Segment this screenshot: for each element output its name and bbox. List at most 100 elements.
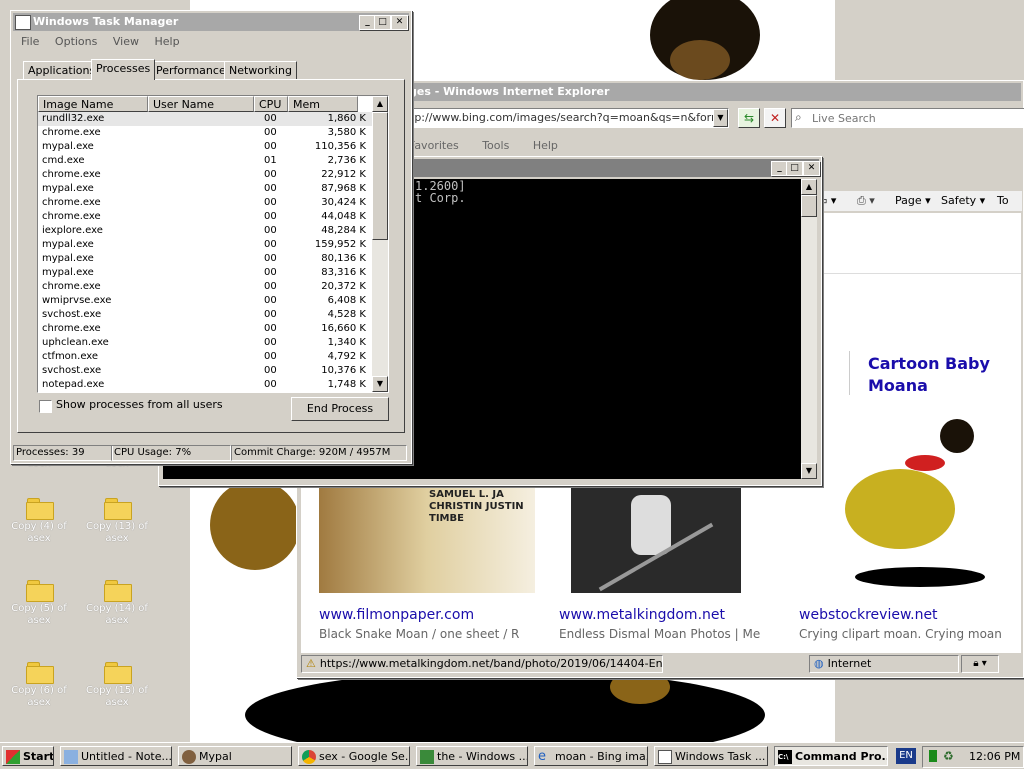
result-image-metalkingdom[interactable] [571, 485, 741, 593]
taskbar-item-chrome[interactable]: sex - Google Se... [298, 746, 410, 766]
process-cpu: 00 [264, 141, 277, 152]
column-image-name[interactable]: Image Name [38, 96, 148, 112]
task-manager-window: Windows Task Manager _ □ ✕ File Options … [10, 10, 412, 464]
menu-favorites[interactable]: Favorites [409, 139, 459, 152]
live-search-input[interactable] [810, 109, 1019, 127]
status-processes: Processes: 39 [13, 445, 113, 461]
taskbar-item-command-prompt[interactable]: C:\ Command Pro... [774, 746, 888, 766]
process-mem: 44,048 K [321, 211, 366, 222]
result-image-filmonpaper[interactable]: SAMUEL L. JA CHRISTIN JUSTIN TIMBE [319, 485, 535, 593]
scroll-thumb[interactable] [801, 195, 817, 217]
live-search-box[interactable]: ⌕ [791, 108, 1024, 128]
column-cpu[interactable]: CPU [254, 96, 288, 112]
table-row[interactable]: mypal.exe 00 87,968 K [38, 182, 372, 196]
table-row[interactable]: chrome.exe 00 16,660 K [38, 322, 372, 336]
network-icon[interactable] [929, 750, 937, 762]
scroll-up-icon[interactable]: ▲ [801, 179, 817, 195]
tab-performance[interactable]: Performance [151, 61, 231, 80]
table-row[interactable]: cmd.exe 01 2,736 K [38, 154, 372, 168]
menu-help[interactable]: Help [154, 35, 179, 48]
table-row[interactable]: svchost.exe 00 4,528 K [38, 308, 372, 322]
safety-menu[interactable]: Safety ▾ [941, 191, 985, 211]
desktop-icon[interactable]: Copy (13) of asex [82, 498, 152, 545]
maximize-button[interactable]: □ [786, 161, 803, 176]
menu-tools[interactable]: Tools [482, 139, 509, 152]
process-list[interactable]: Image Name User Name CPU Mem Usage rundl… [37, 95, 389, 393]
globe-icon: ◍ [814, 657, 824, 670]
print-icon[interactable]: ⎙ ▾ [857, 191, 875, 211]
cmd-scrollbar[interactable]: ▲ ▼ [801, 179, 817, 479]
table-row[interactable]: mypal.exe 00 159,952 K [38, 238, 372, 252]
result-title-cartoon-baby-moana[interactable]: Cartoon Baby Moana [868, 353, 998, 397]
tab-networking[interactable]: Networking [224, 61, 297, 80]
start-button[interactable]: Start [2, 746, 54, 766]
menu-view[interactable]: View [113, 35, 139, 48]
result-image-webstockreview[interactable] [845, 419, 987, 593]
desktop-icon[interactable]: Copy (15) of asex [82, 662, 152, 709]
taskbar-item-mypal[interactable]: Mypal [178, 746, 292, 766]
table-row[interactable]: chrome.exe 00 44,048 K [38, 210, 372, 224]
scroll-up-icon[interactable]: ▲ [372, 96, 388, 112]
table-row[interactable]: mypal.exe 00 80,136 K [38, 252, 372, 266]
table-row[interactable]: rundll32.exe 00 1,860 K [38, 112, 372, 126]
folder-icon [26, 580, 54, 602]
process-cpu: 00 [264, 365, 277, 376]
clock[interactable]: 12:06 PM [969, 750, 1020, 763]
tab-processes[interactable]: Processes [91, 59, 156, 80]
menu-options[interactable]: Options [55, 35, 97, 48]
maximize-button[interactable]: □ [374, 15, 391, 30]
result-domain-3[interactable]: webstockreview.net [799, 607, 938, 623]
column-user-name[interactable]: User Name [148, 96, 254, 112]
result-caption-2: Endless Dismal Moan Photos | Me [559, 627, 761, 641]
page-menu[interactable]: Page ▾ [895, 191, 931, 211]
address-dropdown-icon[interactable]: ▼ [713, 109, 728, 127]
result-domain-1[interactable]: www.filmonpaper.com [319, 607, 474, 623]
scroll-down-icon[interactable]: ▼ [801, 463, 817, 479]
desktop-icon[interactable]: Copy (5) of asex [4, 580, 74, 627]
table-row[interactable]: chrome.exe 00 20,372 K [38, 280, 372, 294]
process-list-scrollbar[interactable]: ▲ ▼ [372, 96, 388, 392]
process-mem: 83,316 K [321, 267, 366, 278]
taskbar-item-task-manager[interactable]: Windows Task ... [654, 746, 768, 766]
table-row[interactable]: chrome.exe 00 3,580 K [38, 126, 372, 140]
taskbar-item-windows-explorer[interactable]: the - Windows ... [416, 746, 528, 766]
end-process-button[interactable]: End Process [291, 397, 389, 421]
close-button[interactable]: ✕ [391, 15, 408, 30]
desktop-icon[interactable]: Copy (4) of asex [4, 498, 74, 545]
task-manager-icon [658, 750, 672, 764]
close-button[interactable]: ✕ [803, 161, 820, 176]
language-indicator[interactable]: EN [896, 748, 916, 764]
show-all-users-checkbox[interactable] [39, 400, 52, 413]
result-domain-2[interactable]: www.metalkingdom.net [559, 607, 725, 623]
scroll-thumb[interactable] [372, 112, 388, 240]
desktop-icon[interactable]: Copy (6) of asex [4, 662, 74, 709]
table-row[interactable]: wmiprvse.exe 00 6,408 K [38, 294, 372, 308]
refresh-icon[interactable]: ⇆ [738, 108, 760, 128]
table-row[interactable]: chrome.exe 00 30,424 K [38, 196, 372, 210]
desktop-icon[interactable]: Copy (14) of asex [82, 580, 152, 627]
stop-icon[interactable]: ✕ [764, 108, 786, 128]
menu-help[interactable]: Help [533, 139, 558, 152]
protected-mode-icon[interactable]: 🔒︎ ▾ [961, 655, 999, 673]
taskbar-item-notepad[interactable]: Untitled - Note... [60, 746, 172, 766]
table-row[interactable]: mypal.exe 00 110,356 K [38, 140, 372, 154]
taskbar-item-bing-images[interactable]: e moan - Bing ima... [534, 746, 648, 766]
table-row[interactable]: notepad.exe 00 1,748 K [38, 378, 372, 392]
task-manager-title: Windows Task Manager [13, 13, 409, 31]
process-mem: 2,736 K [327, 155, 366, 166]
table-row[interactable]: ctfmon.exe 00 4,792 K [38, 350, 372, 364]
table-row[interactable]: chrome.exe 00 22,912 K [38, 168, 372, 182]
tools-menu[interactable]: To [997, 191, 1009, 211]
column-mem-usage[interactable]: Mem Usage [288, 96, 358, 127]
command-prompt-icon: C:\ [778, 750, 792, 764]
tray-app-icon[interactable]: ♻ [943, 749, 954, 763]
table-row[interactable]: svchost.exe 00 10,376 K [38, 364, 372, 378]
tab-applications[interactable]: Applications [23, 61, 101, 80]
menu-file[interactable]: File [21, 35, 39, 48]
process-name: chrome.exe [42, 127, 101, 138]
table-row[interactable]: iexplore.exe 00 48,284 K [38, 224, 372, 238]
address-input[interactable]: tp://www.bing.com/images/search?q=moan&q… [409, 108, 729, 128]
table-row[interactable]: uphclean.exe 00 1,340 K [38, 336, 372, 350]
scroll-down-icon[interactable]: ▼ [372, 376, 388, 392]
table-row[interactable]: mypal.exe 00 83,316 K [38, 266, 372, 280]
